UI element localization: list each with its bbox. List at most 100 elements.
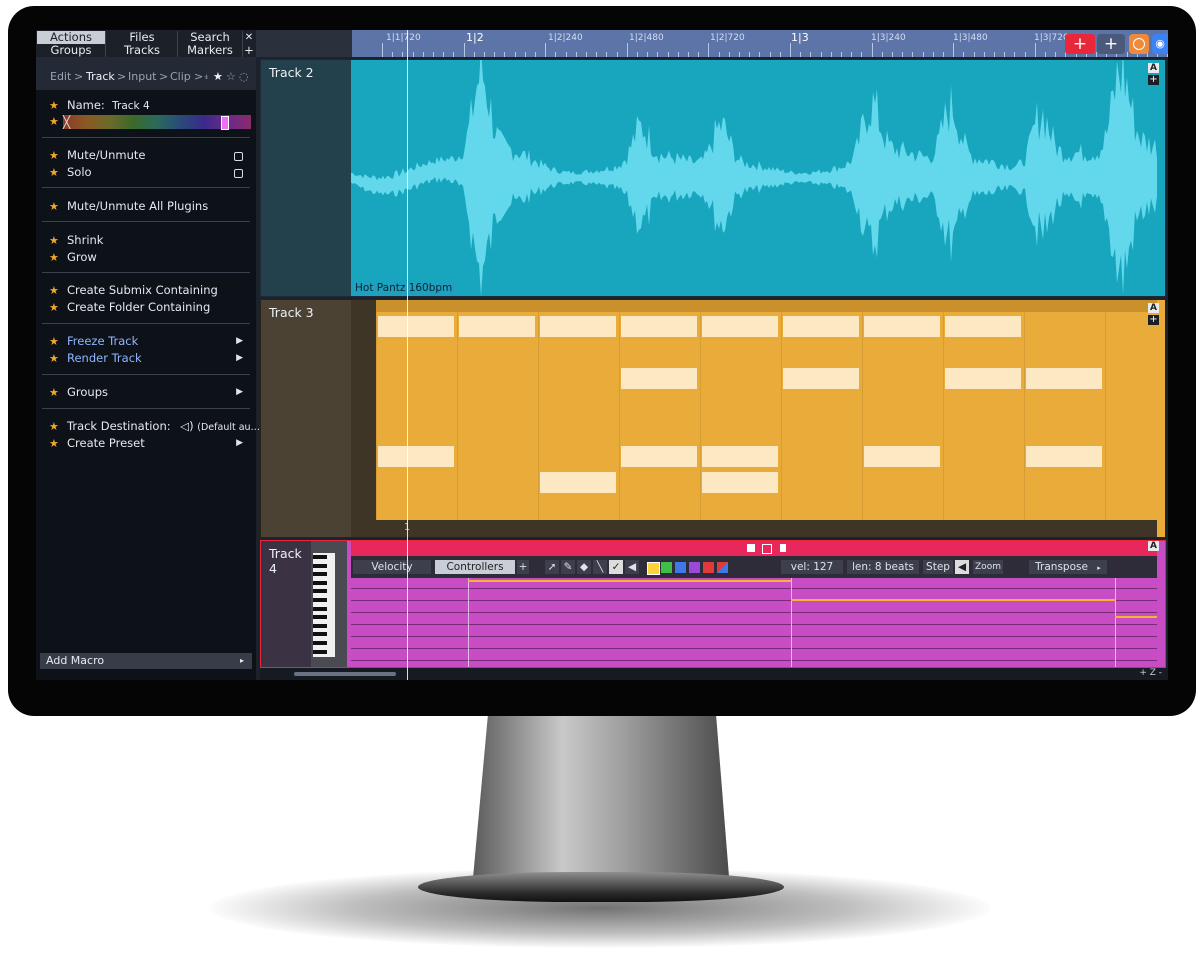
- piano-key[interactable]: [313, 572, 327, 577]
- crumb-edit[interactable]: Edit: [50, 70, 71, 83]
- midi-note[interactable]: [378, 316, 454, 337]
- color-swatch-red[interactable]: [703, 562, 714, 573]
- zoom-controls[interactable]: + Z -: [1139, 668, 1162, 678]
- destination-value[interactable]: (Default au…: [197, 422, 260, 433]
- track-name[interactable]: Track 4: [269, 546, 311, 576]
- star-icon[interactable]: ★: [213, 70, 223, 83]
- piano-key[interactable]: [313, 589, 327, 594]
- create-preset-row[interactable]: ★ Create Preset ▶: [49, 436, 243, 452]
- horizontal-scroll-track[interactable]: + Z -: [260, 668, 1168, 680]
- midi-note[interactable]: [702, 316, 778, 337]
- copy-icon[interactable]: [762, 544, 772, 554]
- grow-row[interactable]: ★ Grow: [49, 250, 97, 266]
- add-lane-button[interactable]: +: [517, 560, 529, 574]
- midi-note[interactable]: [1026, 446, 1102, 467]
- track-header[interactable]: Track 4: [261, 541, 311, 667]
- midi-note[interactable]: [864, 446, 940, 467]
- piano-key[interactable]: [313, 641, 327, 645]
- plus-icon[interactable]: +: [1148, 315, 1159, 325]
- color-swatch-purple[interactable]: [689, 562, 700, 573]
- checkbox-icon[interactable]: [234, 152, 243, 161]
- track-name[interactable]: Track 2: [269, 65, 314, 80]
- midi-note[interactable]: [540, 316, 616, 337]
- piano-key[interactable]: [313, 649, 327, 654]
- midi-note[interactable]: [540, 472, 616, 493]
- checkbox-icon[interactable]: [234, 169, 243, 178]
- midi-note[interactable]: [783, 368, 859, 389]
- cc-segment[interactable]: [468, 580, 791, 582]
- render-row[interactable]: ★ Render Track ▶: [49, 351, 243, 367]
- tab-markers[interactable]: Markers: [178, 44, 242, 57]
- midi-note[interactable]: [783, 316, 859, 337]
- crumb-track[interactable]: Track: [86, 70, 115, 83]
- line-icon[interactable]: ╲: [593, 560, 607, 574]
- square-icon[interactable]: [747, 544, 755, 552]
- piano-key[interactable]: [313, 598, 327, 602]
- piano-key[interactable]: [313, 563, 327, 568]
- color-palette[interactable]: ╳: [63, 115, 251, 130]
- record-icon[interactable]: [1129, 34, 1149, 54]
- midi-note[interactable]: [864, 316, 940, 337]
- destination-row[interactable]: ★ Track Destination: ◁) (Default au…: [49, 419, 260, 435]
- add-macro-button[interactable]: Add Macro ▸: [40, 653, 252, 669]
- midi-note[interactable]: [1026, 368, 1102, 389]
- automation-badge[interactable]: A: [1148, 541, 1159, 551]
- midi-note[interactable]: [702, 472, 778, 493]
- track-2[interactable]: Track 2 Hot Pantz 160bpm A +: [260, 59, 1166, 297]
- track-header[interactable]: Track 3: [261, 300, 351, 537]
- selected-color[interactable]: [221, 116, 229, 130]
- color-swatch-multi[interactable]: [717, 562, 728, 573]
- track-4[interactable]: Track 4 Velocity Controllers + ➚ ✎ ◆ ╲ ✓…: [260, 540, 1166, 668]
- piano-key[interactable]: [313, 555, 327, 559]
- eye-icon[interactable]: ◉: [1152, 34, 1168, 54]
- crumb-input[interactable]: Input: [128, 70, 156, 83]
- speaker-icon[interactable]: ◀: [955, 560, 969, 574]
- pencil-icon[interactable]: ✎: [561, 560, 575, 574]
- cc-segment[interactable]: [1115, 616, 1157, 618]
- piano-key[interactable]: [313, 623, 327, 628]
- menu-name-row[interactable]: ★ Name: Track 4: [49, 98, 150, 114]
- star-outline-icon[interactable]: ☆: [226, 70, 236, 83]
- filter-icon[interactable]: ⍖: [203, 70, 210, 84]
- velocity-value[interactable]: vel: 127: [781, 560, 843, 574]
- pointer-icon[interactable]: ➚: [545, 560, 559, 574]
- brush-icon[interactable]: ✓: [609, 560, 623, 574]
- length-value[interactable]: len: 8 beats: [847, 560, 919, 574]
- freeze-row[interactable]: ★ Freeze Track ▶: [49, 334, 243, 350]
- midi-note[interactable]: [702, 446, 778, 467]
- file-icon[interactable]: [780, 544, 786, 552]
- cc-segment[interactable]: [791, 599, 1115, 601]
- shrink-row[interactable]: ★ Shrink: [49, 233, 103, 249]
- crumb-clip[interactable]: Clip: [170, 70, 191, 83]
- add-button[interactable]: +: [1097, 34, 1125, 54]
- eraser-icon[interactable]: ◆: [577, 560, 591, 574]
- midi-note[interactable]: [621, 446, 697, 467]
- midi-note[interactable]: [459, 316, 535, 337]
- midi-note[interactable]: [621, 368, 697, 389]
- controllers-tab[interactable]: Controllers: [435, 560, 515, 574]
- midi-note[interactable]: [378, 446, 454, 467]
- playhead-line[interactable]: [407, 30, 408, 680]
- scrollbar-thumb[interactable]: [294, 672, 396, 676]
- track-header[interactable]: Track 2: [261, 60, 351, 296]
- midi-note[interactable]: [945, 368, 1021, 389]
- volume-icon[interactable]: ◀: [625, 560, 639, 574]
- tab-tracks[interactable]: Tracks: [106, 44, 178, 57]
- midi-note[interactable]: [621, 316, 697, 337]
- mute-plugins-row[interactable]: ★ Mute/Unmute All Plugins: [49, 199, 208, 215]
- name-value[interactable]: Track 4: [112, 100, 150, 112]
- piano-key[interactable]: [313, 632, 327, 637]
- midi-note[interactable]: [945, 316, 1021, 337]
- automation-badge[interactable]: A: [1148, 63, 1159, 73]
- tab-groups[interactable]: Groups: [37, 44, 105, 57]
- color-swatch-yellow[interactable]: [647, 562, 660, 575]
- plus-icon[interactable]: +: [243, 44, 255, 57]
- color-swatch-blue[interactable]: [675, 562, 686, 573]
- eye-icon[interactable]: ◌: [239, 70, 249, 83]
- create-folder-row[interactable]: ★ Create Folder Containing: [49, 300, 210, 316]
- plus-icon[interactable]: +: [1148, 75, 1159, 85]
- velocity-tab[interactable]: Velocity: [353, 560, 431, 574]
- note-grid[interactable]: [376, 312, 1157, 520]
- mute-row[interactable]: ★ Mute/Unmute: [49, 148, 243, 164]
- groups-row[interactable]: ★ Groups ▶: [49, 385, 243, 401]
